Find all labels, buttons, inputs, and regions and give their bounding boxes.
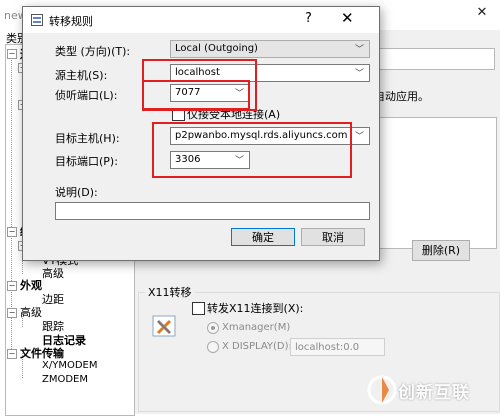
chevron-down-icon: ﹀ [354, 45, 364, 55]
ok-button[interactable]: 确定 [231, 228, 295, 246]
xmanager-radio[interactable] [207, 322, 219, 334]
tree-item-xymodem[interactable]: X/YMODEM [42, 360, 97, 371]
type-label: 类型 (方向)(T): [55, 45, 131, 58]
xdisplay-input[interactable]: localhost:0.0 [290, 338, 385, 356]
chevron-down-icon: ﹀ [354, 69, 364, 79]
close-button[interactable]: ✕ [341, 9, 354, 27]
tree-collapse-toggle[interactable]: − [7, 349, 17, 359]
tree-collapse-toggle[interactable]: − [7, 49, 17, 59]
type-select[interactable]: Local (Outgoing) ﹀ [170, 40, 370, 58]
x11-forward-checkbox[interactable] [192, 302, 205, 315]
listen-port-label: 侦听端口(L): [55, 89, 118, 102]
tree-collapse-toggle[interactable]: − [7, 308, 17, 318]
x11-group-title: X11转移 [145, 284, 195, 300]
source-host-label: 源主机(S): [55, 69, 108, 82]
auto-apply-text: 自动应用。 [374, 90, 429, 103]
watermark-text: 创新互联 [398, 383, 470, 403]
tree-collapse-toggle[interactable]: − [7, 227, 17, 237]
help-button[interactable]: ? [305, 11, 312, 26]
x11-icon [152, 315, 176, 337]
cancel-button[interactable]: 取消 [301, 228, 365, 246]
description-label: 说明(D): [55, 186, 98, 199]
forwarding-rules-list[interactable] [375, 117, 497, 249]
tree-item-file-transfer[interactable]: 文件传输 [20, 345, 64, 361]
dest-host-label: 目标主机(H): [55, 132, 120, 145]
chevron-down-icon: ﹀ [354, 132, 364, 142]
description-input[interactable] [55, 202, 370, 220]
xdisplay-label: X DISPLAY(D): [222, 341, 292, 352]
tree-item-margins[interactable]: 边距 [42, 291, 64, 307]
background-field[interactable] [375, 48, 495, 70]
type-select-value: Local (Outgoing) [175, 43, 258, 54]
tree-item-advanced[interactable]: 高级 [20, 304, 42, 320]
xmanager-label: Xmanager(M) [222, 322, 291, 333]
delete-button[interactable]: 删除(R) [412, 240, 470, 261]
parent-close-button[interactable]: ✕ [468, 2, 496, 24]
highlight-box-listen-port [142, 80, 250, 110]
tree-collapse-toggle[interactable]: − [7, 281, 17, 291]
dialog-app-icon [31, 14, 43, 26]
x11-forward-label: 转发X11连接到(X): [207, 302, 304, 315]
tree-item-advanced[interactable]: 高级 [42, 265, 64, 281]
dialog-title: 转移规则 [49, 15, 93, 28]
dest-port-label: 目标端口(P): [55, 155, 118, 168]
tree-item-appearance[interactable]: 外观 [20, 277, 42, 293]
xdisplay-radio[interactable] [207, 341, 219, 353]
highlight-box-destination [152, 122, 352, 178]
tree-item-zmodem[interactable]: ZMODEM [42, 374, 88, 385]
